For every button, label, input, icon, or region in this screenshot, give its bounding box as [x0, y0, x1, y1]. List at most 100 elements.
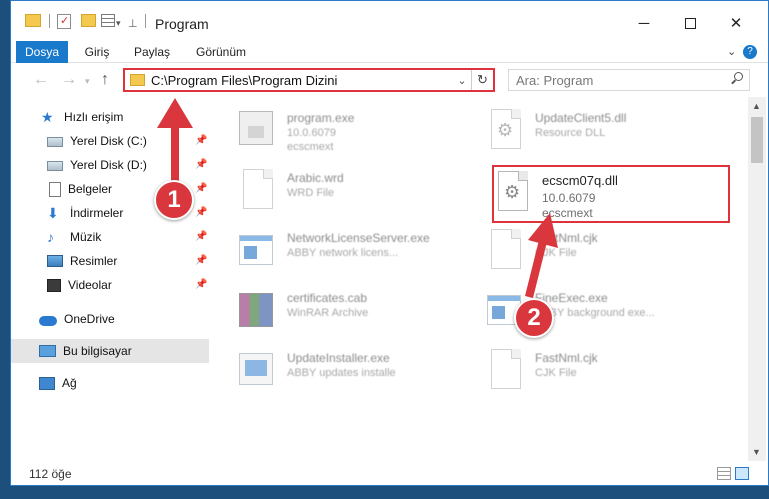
- pin-icon[interactable]: 📌: [195, 183, 207, 194]
- view-details-icon[interactable]: [101, 14, 115, 27]
- large-icons-view-icon[interactable]: [735, 467, 749, 480]
- chevron-down-icon[interactable]: ⌄: [453, 74, 471, 87]
- scroll-down-icon[interactable]: ▼: [752, 447, 761, 457]
- sidebar-item-music[interactable]: ♪ Müzik 📌: [11, 225, 209, 249]
- file-name: FastNml.cjk: [535, 231, 598, 245]
- file-name: program.exe: [287, 111, 355, 125]
- drive-icon: [47, 161, 63, 171]
- folder-icon: [130, 74, 145, 86]
- file-type: ABBY updates installe: [287, 367, 396, 379]
- explorer-window: ▾ ⊥ Program ─ ✕ Dosya Giriş Paylaş Görün…: [10, 0, 769, 486]
- file-type: WRD File: [287, 187, 335, 199]
- refresh-icon[interactable]: ↻: [471, 70, 493, 90]
- tab-share[interactable]: Paylaş: [126, 41, 178, 63]
- tab-home[interactable]: Giriş: [76, 41, 118, 63]
- file-description: ecscmext: [287, 141, 334, 153]
- sidebar-item-label: Bu bilgisayar: [63, 344, 132, 358]
- file-name: FastNml.cjk: [535, 351, 598, 365]
- navigation-bar: ← → ▾ ↑ C:\Program Files\Program Dizini …: [11, 63, 768, 97]
- tab-view[interactable]: Görünüm: [186, 41, 256, 63]
- file-list: program.exe 10.0.6079 ecscmext UpdateCli…: [209, 97, 746, 461]
- maximize-button[interactable]: [667, 9, 713, 37]
- up-arrow-icon[interactable]: ↑: [101, 71, 109, 89]
- documents-icon: [49, 181, 61, 197]
- details-view-icon[interactable]: [717, 467, 731, 480]
- file-name: UpdateClient5.dll: [535, 111, 627, 125]
- search-icon[interactable]: [731, 72, 743, 84]
- back-arrow-icon[interactable]: ←: [33, 71, 49, 89]
- file-name: NetworkLicenseServer.exe: [287, 231, 430, 245]
- properties-icon[interactable]: [57, 14, 71, 29]
- folder-icon: [25, 14, 41, 27]
- file-item[interactable]: program.exe 10.0.6079 ecscmext: [231, 105, 471, 161]
- pictures-icon: [47, 255, 63, 267]
- customize-toolbar-icon[interactable]: ⊥: [128, 14, 138, 32]
- address-path[interactable]: C:\Program Files\Program Dizini: [151, 73, 453, 88]
- scrollbar-thumb[interactable]: [751, 117, 763, 163]
- sidebar-item-local-disk-d[interactable]: Yerel Disk (D:) 📌: [11, 153, 209, 177]
- file-item[interactable]: FastNml.cjk CJK File: [479, 345, 719, 401]
- maximize-icon: [684, 17, 696, 29]
- minimize-button[interactable]: ─: [621, 9, 667, 37]
- search-placeholder: Ara: Program: [516, 72, 594, 88]
- dll-file-icon: [491, 109, 521, 149]
- dll-file-icon: [498, 171, 528, 211]
- file-item-selected[interactable]: ecscm07q.dll 10.0.6079 ecscmext: [492, 165, 730, 223]
- recent-locations-icon[interactable]: ▾: [85, 76, 90, 87]
- sidebar-item-local-disk-c[interactable]: Yerel Disk (C:) 📌: [11, 129, 209, 153]
- file-item[interactable]: NetworkLicenseServer.exe ABBY network li…: [231, 225, 471, 281]
- file-description: ecscmext: [542, 206, 593, 220]
- title-bar: ▾ ⊥ Program ─ ✕: [11, 1, 768, 41]
- scroll-up-icon[interactable]: ▲: [752, 101, 761, 111]
- sidebar-item-label: OneDrive: [64, 312, 115, 326]
- file-item[interactable]: certificates.cab WinRAR Archive: [231, 285, 471, 341]
- close-button[interactable]: ✕: [713, 9, 759, 37]
- pin-icon[interactable]: 📌: [195, 255, 207, 266]
- search-input[interactable]: Ara: Program: [508, 69, 750, 91]
- new-folder-icon[interactable]: [81, 14, 96, 27]
- downloads-icon: ⬇: [47, 205, 59, 221]
- file-item[interactable]: Arabic.wrd WRD File: [231, 165, 471, 221]
- document-file-icon: [491, 229, 521, 269]
- file-item[interactable]: FastNml.cjk CJK File: [479, 225, 719, 281]
- application-icon: [239, 111, 273, 145]
- step-badge-2: 2: [514, 298, 554, 338]
- sidebar-item-label: Müzik: [70, 230, 102, 244]
- sidebar-item-network[interactable]: Ağ: [11, 371, 209, 395]
- file-item[interactable]: UpdateClient5.dll Resource DLL: [479, 105, 719, 161]
- sidebar-item-label: Hızlı erişim: [64, 110, 124, 124]
- pin-icon[interactable]: 📌: [195, 207, 207, 218]
- star-icon: ★: [41, 109, 54, 125]
- file-type: ABBY network licens...: [287, 247, 399, 259]
- executable-icon: [239, 235, 273, 265]
- sidebar-item-label: İndirmeler: [70, 206, 124, 220]
- pin-icon[interactable]: 📌: [195, 159, 207, 170]
- file-version: 10.0.6079: [542, 191, 596, 205]
- sidebar-item-label: Yerel Disk (D:): [70, 158, 147, 172]
- file-name: Arabic.wrd: [287, 171, 344, 185]
- sidebar-item-onedrive[interactable]: OneDrive: [11, 307, 209, 331]
- ribbon-expand-icon[interactable]: ⌄: [727, 45, 736, 58]
- toolbar-divider: [49, 14, 50, 28]
- sidebar-item-quick-access[interactable]: ★ Hızlı erişim: [11, 105, 209, 129]
- file-type: Resource DLL: [535, 127, 606, 139]
- window-title: Program: [155, 16, 209, 32]
- vertical-scrollbar[interactable]: ▲ ▼: [748, 97, 766, 461]
- pin-icon[interactable]: 📌: [195, 231, 207, 242]
- forward-arrow-icon[interactable]: →: [61, 71, 77, 89]
- file-type: CJK File: [535, 367, 577, 379]
- document-file-icon: [243, 169, 273, 209]
- sidebar-item-videos[interactable]: Videolar 📌: [11, 273, 209, 297]
- address-bar[interactable]: C:\Program Files\Program Dizini ⌄ ↻: [123, 68, 495, 92]
- cloud-icon: [39, 315, 57, 326]
- file-item[interactable]: UpdateInstaller.exe ABBY updates install…: [231, 345, 471, 401]
- chevron-down-icon[interactable]: ▾: [116, 14, 121, 32]
- help-icon[interactable]: ?: [743, 45, 757, 59]
- network-icon: [39, 376, 55, 390]
- pin-icon[interactable]: 📌: [195, 279, 207, 290]
- archive-icon: [239, 293, 273, 327]
- ribbon-tabs: Dosya Giriş Paylaş Görünüm ⌄ ?: [11, 41, 768, 97]
- pin-icon[interactable]: 📌: [195, 135, 207, 146]
- sidebar-item-pictures[interactable]: Resimler 📌: [11, 249, 209, 273]
- sidebar-item-this-pc[interactable]: Bu bilgisayar: [11, 339, 209, 363]
